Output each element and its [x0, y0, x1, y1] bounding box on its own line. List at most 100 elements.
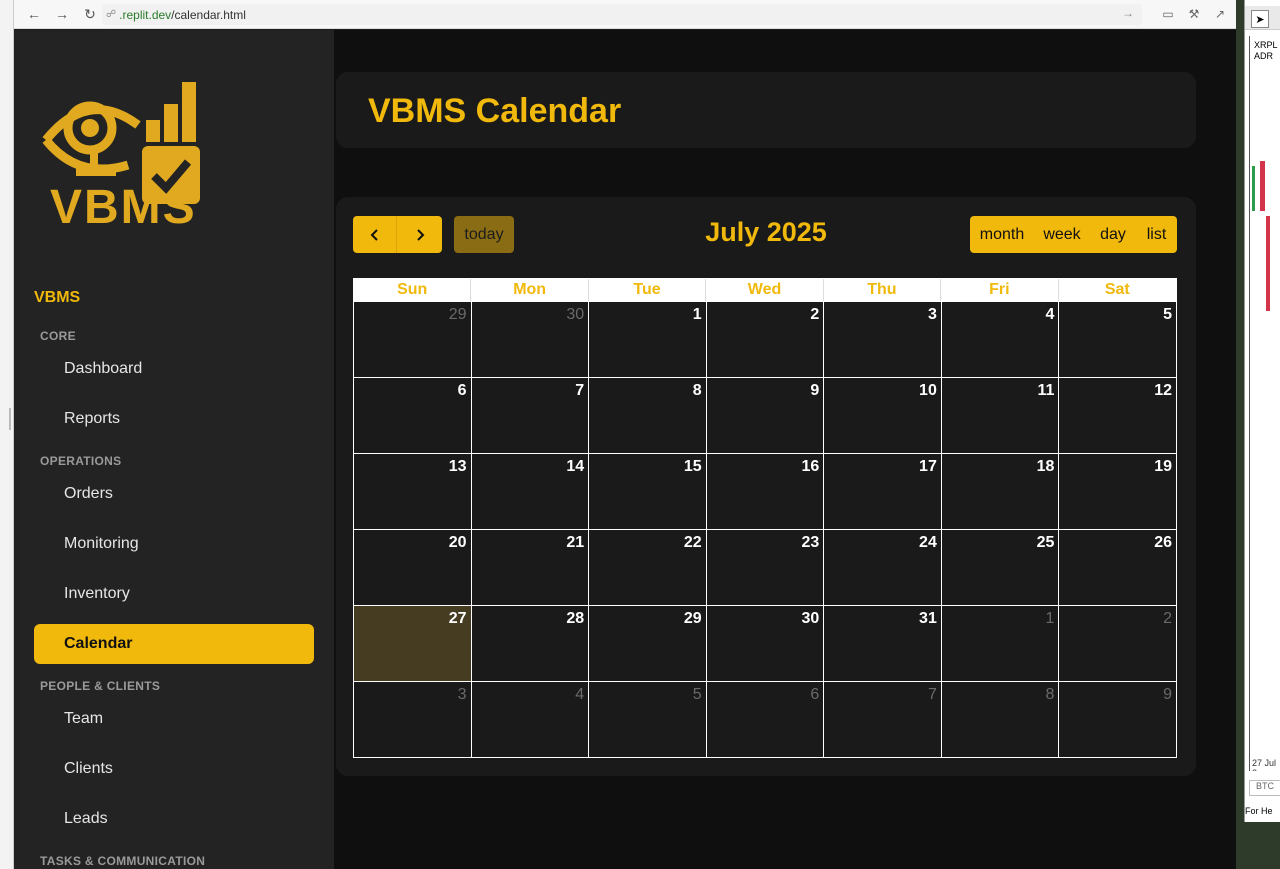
day-number[interactable]: 30	[801, 610, 819, 628]
cursor-tool-icon[interactable]: ➤	[1251, 10, 1269, 28]
day-number[interactable]: 5	[1163, 306, 1172, 324]
day-number[interactable]: 29	[449, 306, 467, 324]
day-number[interactable]: 6	[458, 382, 467, 400]
day-cell[interactable]: 1	[589, 302, 707, 378]
view-day-button[interactable]: day	[1090, 216, 1136, 253]
day-cell[interactable]: 19	[1059, 454, 1177, 530]
day-number[interactable]: 17	[919, 458, 937, 476]
day-cell[interactable]: 7	[824, 682, 942, 758]
day-number[interactable]: 8	[1046, 686, 1055, 704]
day-cell[interactable]: 26	[1059, 530, 1177, 606]
day-number[interactable]: 22	[684, 534, 702, 552]
reload-icon[interactable]: ↻	[78, 2, 102, 26]
day-number[interactable]: 14	[566, 458, 584, 476]
sidebar-item-inventory[interactable]: Inventory	[34, 574, 314, 614]
day-number[interactable]: 16	[801, 458, 819, 476]
price-chart[interactable]: XRPL ADR 27 Jul 2	[1249, 36, 1280, 771]
day-cell[interactable]: 23	[706, 530, 825, 606]
day-number[interactable]: 25	[1037, 534, 1055, 552]
day-cell[interactable]: 9	[1059, 682, 1177, 758]
chart-tab[interactable]: BTC	[1249, 780, 1280, 796]
day-number[interactable]: 6	[810, 686, 819, 704]
day-number[interactable]: 10	[919, 382, 937, 400]
day-cell[interactable]: 17	[824, 454, 942, 530]
day-cell[interactable]: 30	[706, 606, 825, 682]
day-cell[interactable]: 7	[471, 378, 590, 454]
sidebar-item-dashboard[interactable]: Dashboard	[34, 349, 314, 389]
day-cell[interactable]: 1	[941, 606, 1060, 682]
day-number[interactable]: 1	[1046, 610, 1055, 628]
resize-grip[interactable]	[9, 408, 11, 430]
day-number[interactable]: 4	[575, 686, 584, 704]
sidebar-item-calendar[interactable]: Calendar	[34, 624, 314, 664]
day-cell[interactable]: 18	[941, 454, 1060, 530]
day-cell[interactable]: 25	[941, 530, 1060, 606]
go-icon[interactable]: →	[1122, 6, 1134, 20]
sidebar-item-leads[interactable]: Leads	[34, 799, 314, 839]
view-month-button[interactable]: month	[970, 216, 1034, 253]
view-list-button[interactable]: list	[1136, 216, 1177, 253]
day-number[interactable]: 3	[458, 686, 467, 704]
day-number[interactable]: 3	[928, 306, 937, 324]
day-cell[interactable]: 28	[471, 606, 590, 682]
day-number[interactable]: 8	[693, 382, 702, 400]
day-cell[interactable]: 4	[471, 682, 590, 758]
day-number[interactable]: 11	[1038, 382, 1055, 400]
day-number[interactable]: 2	[810, 306, 819, 324]
day-number[interactable]: 5	[693, 686, 702, 704]
url-bar[interactable]: ☍ .replit.dev/calendar.html →	[102, 4, 1142, 25]
day-number[interactable]: 7	[575, 382, 584, 400]
day-cell[interactable]: 29	[589, 606, 707, 682]
day-cell[interactable]: 5	[589, 682, 707, 758]
day-cell[interactable]: 12	[1059, 378, 1177, 454]
day-cell[interactable]: 20	[354, 530, 472, 606]
day-cell[interactable]: 2	[1059, 606, 1177, 682]
day-number[interactable]: 21	[566, 534, 584, 552]
open-external-icon[interactable]: ↗	[1211, 5, 1229, 23]
day-cell[interactable]: 3	[824, 302, 942, 378]
day-cell[interactable]: 8	[589, 378, 707, 454]
day-cell[interactable]: 16	[706, 454, 825, 530]
day-cell[interactable]: 24	[824, 530, 942, 606]
wrench-icon[interactable]: ⚒	[1185, 5, 1203, 23]
day-cell[interactable]: 3	[354, 682, 472, 758]
day-number[interactable]: 26	[1154, 534, 1172, 552]
desktop-icon[interactable]: ▭	[1159, 5, 1177, 23]
day-cell[interactable]: 14	[471, 454, 590, 530]
day-number[interactable]: 13	[449, 458, 467, 476]
day-cell[interactable]: 31	[824, 606, 942, 682]
day-number[interactable]: 9	[810, 382, 819, 400]
day-number[interactable]: 15	[684, 458, 702, 476]
day-cell-today[interactable]: 27	[354, 606, 472, 682]
day-cell[interactable]: 21	[471, 530, 590, 606]
day-number[interactable]: 30	[566, 306, 584, 324]
day-number[interactable]: 7	[928, 686, 937, 704]
day-cell[interactable]: 6	[706, 682, 825, 758]
day-cell[interactable]: 30	[471, 302, 590, 378]
day-cell[interactable]: 4	[941, 302, 1060, 378]
day-number[interactable]: 4	[1046, 306, 1055, 324]
sidebar-item-reports[interactable]: Reports	[34, 399, 314, 439]
sidebar-item-monitoring[interactable]: Monitoring	[34, 524, 314, 564]
day-number[interactable]: 28	[566, 610, 584, 628]
day-cell[interactable]: 9	[706, 378, 825, 454]
view-week-button[interactable]: week	[1034, 216, 1090, 253]
day-number[interactable]: 2	[1163, 610, 1172, 628]
day-cell[interactable]: 15	[589, 454, 707, 530]
day-number[interactable]: 19	[1154, 458, 1172, 476]
forward-icon[interactable]: →	[50, 2, 74, 26]
day-number[interactable]: 1	[693, 306, 702, 324]
sidebar-item-orders[interactable]: Orders	[34, 474, 314, 514]
sidebar-item-team[interactable]: Team	[34, 699, 314, 739]
day-cell[interactable]: 8	[941, 682, 1060, 758]
day-number[interactable]: 9	[1163, 686, 1172, 704]
brand-label[interactable]: VBMS	[34, 289, 80, 307]
day-number[interactable]: 20	[449, 534, 467, 552]
day-cell[interactable]: 6	[354, 378, 472, 454]
day-cell[interactable]: 10	[824, 378, 942, 454]
day-number[interactable]: 29	[684, 610, 702, 628]
day-number[interactable]: 24	[919, 534, 937, 552]
day-cell[interactable]: 29	[354, 302, 472, 378]
sidebar-item-clients[interactable]: Clients	[34, 749, 314, 789]
day-cell[interactable]: 13	[354, 454, 472, 530]
